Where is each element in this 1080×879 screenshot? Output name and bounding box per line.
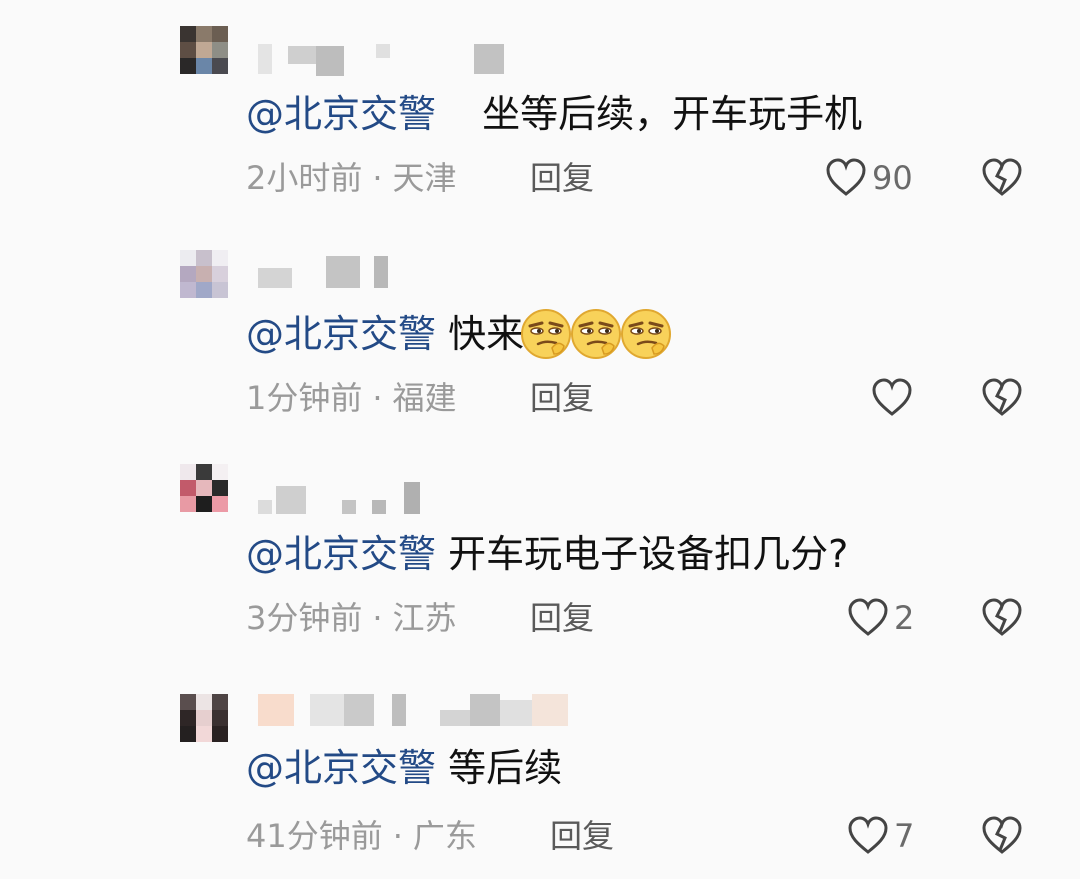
avatar[interactable] <box>180 464 228 512</box>
like-button[interactable]: 7 <box>846 814 914 858</box>
comment-meta: 41分钟前 · 广东 <box>246 816 477 856</box>
reply-button[interactable]: 回复 <box>530 158 594 198</box>
like-count: 7 <box>894 817 915 855</box>
heart-outline-icon <box>848 816 888 854</box>
emoji-group <box>521 308 674 359</box>
comment-item: @北京交警 快来 1分钟前 · 福建 回复 <box>0 220 1080 440</box>
broken-heart-icon[interactable] <box>980 156 1024 200</box>
broken-heart-icon[interactable] <box>980 596 1024 640</box>
comment-time: 2小时前 <box>246 159 363 197</box>
meta-separator: · <box>392 817 403 855</box>
comment-time: 3分钟前 <box>246 599 363 637</box>
heart-outline-icon <box>826 158 866 196</box>
mention-link[interactable]: @北京交警 <box>246 312 436 356</box>
like-button[interactable] <box>870 376 918 420</box>
comment-time: 41分钟前 <box>246 817 383 855</box>
comment-time: 1分钟前 <box>246 379 363 417</box>
reply-button[interactable]: 回复 <box>530 598 594 638</box>
username-blurred[interactable] <box>258 256 578 292</box>
comment-meta: 2小时前 · 天津 <box>246 158 457 198</box>
avatar[interactable] <box>180 694 228 742</box>
comment-item: @北京交警 等后续 41分钟前 · 广东 回复 7 <box>0 660 1080 879</box>
broken-heart-icon[interactable] <box>980 376 1024 420</box>
comment-item: @北京交警 开车玩电子设备扣几分? 3分钟前 · 江苏 回复 2 <box>0 440 1080 660</box>
heart-outline-icon <box>848 598 888 636</box>
like-button[interactable]: 2 <box>846 596 914 640</box>
smirk-emoji-icon <box>571 308 622 359</box>
comment-text: @北京交警 开车玩电子设备扣几分? <box>246 530 848 578</box>
comment-location: 江苏 <box>392 599 457 637</box>
username-blurred[interactable] <box>258 694 578 730</box>
meta-separator: · <box>372 599 383 637</box>
mention-link[interactable]: @北京交警 <box>246 746 436 790</box>
username-blurred[interactable] <box>258 482 578 518</box>
avatar[interactable] <box>180 26 228 74</box>
comment-location: 福建 <box>392 379 457 417</box>
comment-text: @北京交警 等后续 <box>246 744 562 792</box>
comment-body: 开车玩电子设备扣几分? <box>448 532 849 576</box>
like-count: 90 <box>872 159 913 197</box>
comment-location: 广东 <box>412 817 477 855</box>
reply-button[interactable]: 回复 <box>550 816 614 856</box>
heart-outline-icon <box>872 378 912 416</box>
comment-meta: 1分钟前 · 福建 <box>246 378 457 418</box>
meta-separator: · <box>372 379 383 417</box>
like-button[interactable]: 90 <box>824 156 913 200</box>
comment-meta: 3分钟前 · 江苏 <box>246 598 457 638</box>
meta-separator: · <box>372 159 383 197</box>
smirk-emoji-icon <box>521 308 572 359</box>
comment-body: 等后续 <box>448 746 563 790</box>
comment-body: 坐等后续，开车玩手机 <box>482 92 863 136</box>
comment-text: @北京交警 坐等后续，开车玩手机 <box>246 90 862 138</box>
mention-link[interactable]: @北京交警 <box>246 532 436 576</box>
comment-body: 快来 <box>448 312 525 356</box>
avatar[interactable] <box>180 250 228 298</box>
reply-button[interactable]: 回复 <box>530 378 594 418</box>
comment-text: @北京交警 快来 <box>246 308 674 362</box>
smirk-emoji-icon <box>621 308 672 359</box>
like-count: 2 <box>894 599 915 637</box>
comment-location: 天津 <box>392 159 457 197</box>
mention-link[interactable]: @北京交警 <box>246 92 436 136</box>
comment-item: @北京交警 坐等后续，开车玩手机 2小时前 · 天津 回复 90 <box>0 0 1080 220</box>
broken-heart-icon[interactable] <box>980 814 1024 858</box>
username-blurred[interactable] <box>258 40 578 76</box>
